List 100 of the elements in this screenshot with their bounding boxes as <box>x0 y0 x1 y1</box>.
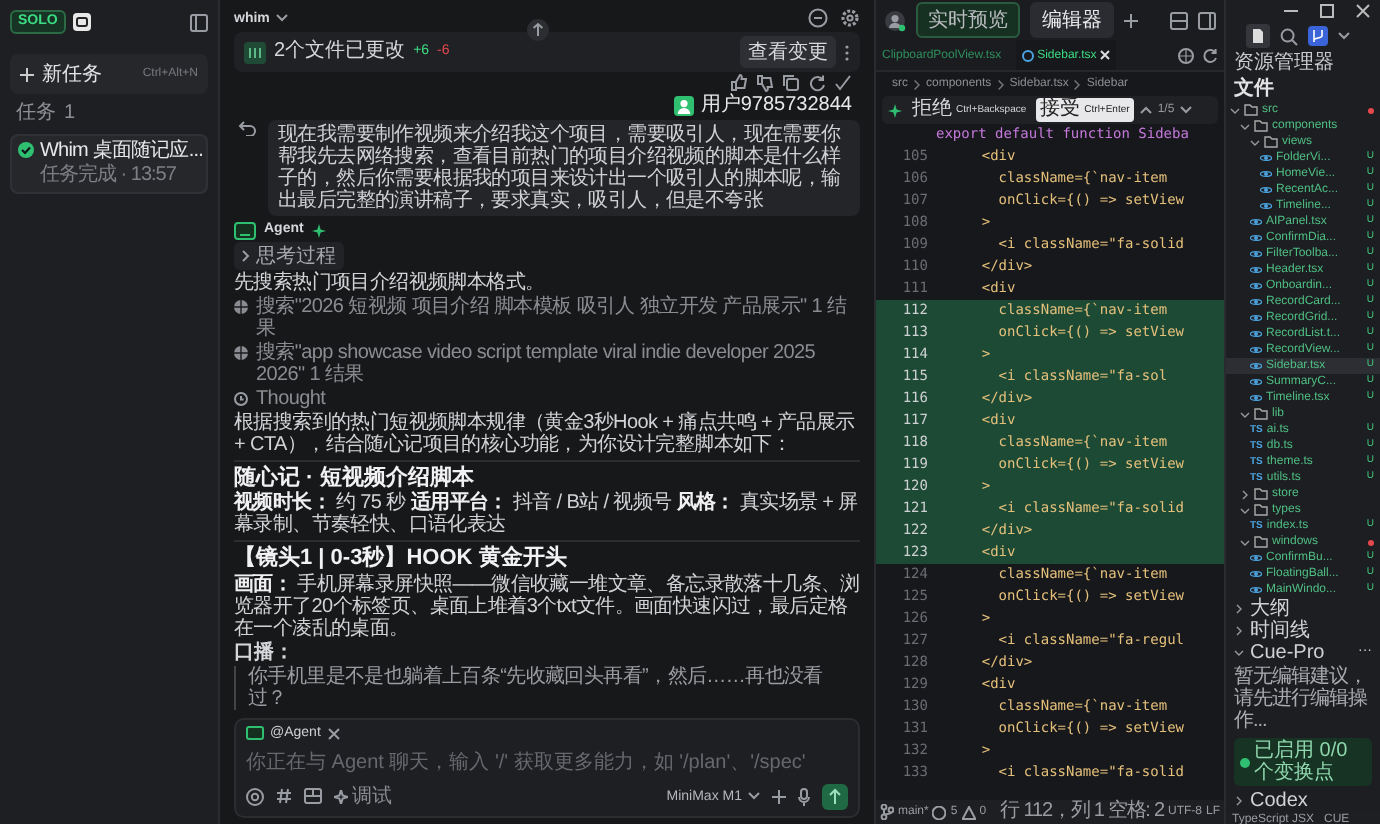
view-tab[interactable]: 实时预览 <box>916 2 1020 38</box>
plus-icon[interactable] <box>772 789 786 803</box>
task-count: 1 <box>64 102 76 126</box>
status-item[interactable]: 空格: 2 <box>1107 800 1164 824</box>
branch-icon <box>880 804 894 820</box>
panel-header[interactable]: 大纲 <box>1226 598 1380 620</box>
script-title: 随心记 · 短视频介绍脚本 <box>234 465 476 491</box>
close-icon <box>1100 50 1111 60</box>
view-tab[interactable]: 编辑器 <box>1030 2 1114 38</box>
changes-label: 2个文件已更改 <box>274 40 406 64</box>
section-heading: 【镜头1 | 0-3秒】HOOK 黄金开头 <box>234 546 569 572</box>
panel-header[interactable]: 时间线 <box>1226 620 1380 642</box>
mode-button[interactable]: 调试 <box>334 782 392 810</box>
at-icon[interactable] <box>246 787 264 805</box>
refresh-icon[interactable] <box>808 74 826 92</box>
folder-icon <box>1254 536 1268 548</box>
warning-icon <box>961 805 976 819</box>
chevron-up-icon[interactable] <box>1139 106 1152 114</box>
files-icon[interactable] <box>1246 24 1270 48</box>
task-item[interactable]: Whim 桌面随记应... 任务完成 · 13:57 <box>10 133 208 194</box>
check-circle-icon <box>18 142 34 159</box>
chat-bubble-icon[interactable] <box>808 8 828 28</box>
task-title: Whim 桌面随记应... <box>40 139 203 163</box>
chevron-down-icon <box>1240 537 1250 547</box>
folder-icon <box>1254 408 1268 420</box>
globe-icon[interactable] <box>1178 47 1194 63</box>
new-task-label: 新任务 <box>42 61 102 89</box>
terminal-icon <box>246 726 264 741</box>
checkmark-icon[interactable] <box>834 74 852 92</box>
globe-icon <box>234 299 248 313</box>
arrow-up-icon <box>828 788 842 804</box>
panel-header[interactable]: Codex <box>1226 790 1380 812</box>
thumbs-up-icon[interactable] <box>730 74 748 92</box>
copy-icon[interactable] <box>782 74 800 92</box>
paragraph: 视频时长： 约 75 秒 适用平台： 抖音 / B站 / 视频号 风格： 真实场景 + 屏幕录制、节奏轻快、口语化表达 <box>234 492 860 537</box>
split-view-icon[interactable] <box>1170 11 1188 29</box>
explorer-title: 资源管理器 <box>1234 52 1334 74</box>
hash-icon[interactable] <box>276 788 292 804</box>
thought-label: Thought <box>256 387 326 409</box>
paragraph: 画面： 手机屏幕录屏快照——微信收藏一堆文章、备忘录散落十几条、浏览器开了20个标签页、桌面上堆着3个txt文件。画面快速闪过，最后定格在一个凌乱的桌面。 <box>234 573 860 640</box>
chevron-down-icon[interactable] <box>1338 32 1350 40</box>
refresh-icon[interactable] <box>1202 47 1218 63</box>
sparkle-icon <box>334 789 348 803</box>
chevron-down-icon[interactable] <box>1180 106 1193 114</box>
sidebar-toggle-icon[interactable] <box>1198 11 1216 29</box>
quote-text: 你手机里是不是也躺着上百条“先收藏回头再看”，然后……再也没看过？ <box>234 666 860 711</box>
sparkle-icon <box>311 223 326 237</box>
close-icon[interactable] <box>328 727 341 740</box>
chevron-down-icon <box>748 792 760 800</box>
message-input[interactable]: 你正在与 Agent 聊天，输入 '/' 获取更多能力，如 '/plan'、'/spec' <box>246 746 848 778</box>
panel-message: 暂无编辑建议，请先进行编辑操作... <box>1232 664 1369 734</box>
chevron-right-icon <box>1234 626 1244 636</box>
chevron-right-icon <box>1234 796 1244 806</box>
clock-icon <box>234 391 248 405</box>
user-name: 用户9785732844 <box>700 94 852 117</box>
plus-icon[interactable] <box>1124 13 1138 27</box>
paragraph: 根据搜索到的热门短视频脚本规律（黄金3秒Hook + 痛点共鸣 + 产品展示 + CTA），结合随心记项目的核心功能，为你设计完整脚本如下： <box>234 411 857 455</box>
file-diff-icon <box>244 41 266 63</box>
sparkle-icon <box>888 103 902 117</box>
scroll-up-icon[interactable] <box>526 18 550 42</box>
chevron-down-icon <box>1234 648 1244 658</box>
thumbs-down-icon[interactable] <box>756 74 774 92</box>
globe-icon <box>234 345 248 359</box>
microphone-icon[interactable] <box>798 787 810 805</box>
cursor-position[interactable]: 行 112，列 1 <box>1000 800 1104 824</box>
user-avatar-icon <box>674 95 695 116</box>
send-button[interactable] <box>822 783 848 809</box>
paragraph: 先搜索热门项目介绍视频脚本格式。 <box>234 271 547 293</box>
task-subtitle: 任务完成 · 13:57 <box>38 164 178 188</box>
minimize-icon[interactable] <box>1284 4 1298 18</box>
chevron-down-icon <box>1240 505 1250 515</box>
thinking-toggle[interactable]: 思考过程 <box>234 241 344 269</box>
chevron-right-icon <box>1240 489 1250 499</box>
chat-box-icon <box>71 12 92 33</box>
more-vertical-icon[interactable] <box>844 43 850 61</box>
chevron-right-icon <box>914 79 920 89</box>
chevron-down-icon <box>275 14 288 22</box>
plus-icon <box>20 67 34 82</box>
settings-icon[interactable] <box>840 8 860 28</box>
error-icon <box>932 805 947 819</box>
react-file-icon <box>1021 49 1034 61</box>
image-icon[interactable] <box>304 788 322 804</box>
view-changes-button[interactable]: 查看变更 <box>740 36 836 68</box>
field-label: 口播： <box>234 641 296 665</box>
status-button[interactable]: 已启用 0/0 个变换点 <box>1234 738 1372 786</box>
search-result-line: 搜索"app showcase video script template viral indie developer 2025 2026" 1 结果 <box>256 341 818 385</box>
files-section-header[interactable]: 文件 <box>1226 78 1380 102</box>
avatar-icon[interactable] <box>884 9 906 31</box>
search-result-line: 搜索"2026 短视频 项目介绍 脚本模板 吸引人 独立开发 产品展示" 1 结果 <box>256 295 849 339</box>
user-message: 现在我需要制作视频来介绍我这个项目，需要吸引人，现在需要你帮我先去网络搜索，查看目前热门的项目介绍视频的脚本是什么样子的，然后你需要根据我的项目来设计出一个吸引人的脚本呢，输出最后完整的演讲稿子，要求真实，吸引人，但是不夸张 <box>268 119 860 215</box>
chevron-right-icon <box>997 79 1004 89</box>
chevron-down-icon <box>1240 409 1250 419</box>
section-title: 任务 <box>16 102 56 126</box>
git-icon[interactable] <box>1308 26 1328 46</box>
sidebar-toggle-icon[interactable] <box>190 13 208 32</box>
close-icon[interactable] <box>1356 4 1370 18</box>
maximize-icon[interactable] <box>1320 4 1334 18</box>
search-icon[interactable] <box>1280 27 1298 45</box>
undo-icon[interactable] <box>238 119 256 135</box>
chevron-right-icon <box>1234 604 1244 614</box>
